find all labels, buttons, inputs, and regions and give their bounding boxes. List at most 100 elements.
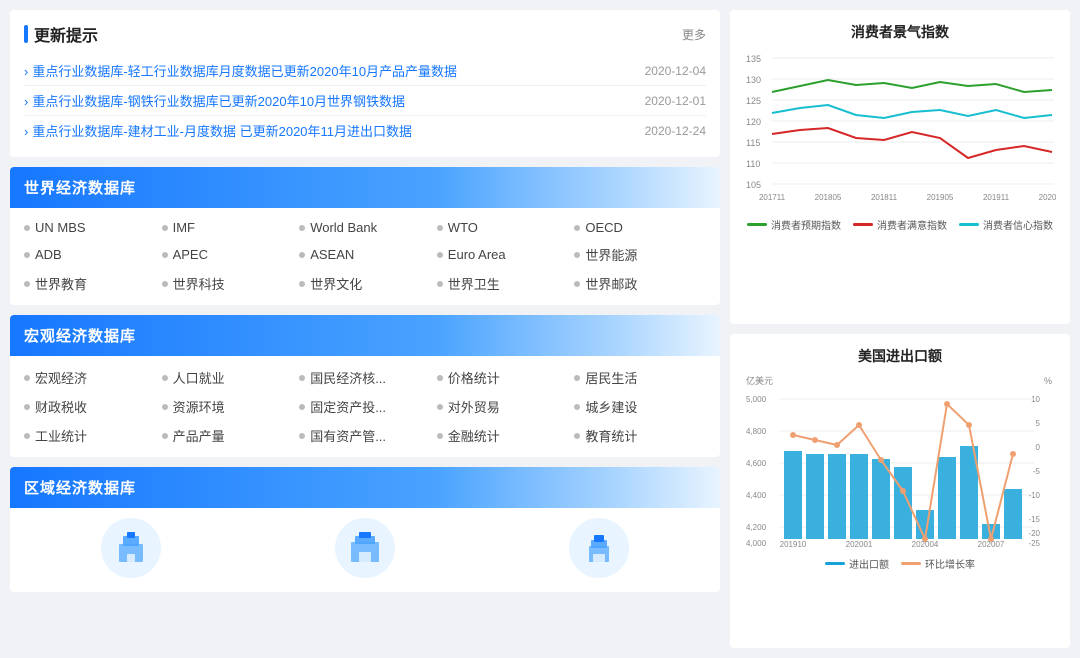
legend-item: 消费者预期指数 — [747, 217, 841, 232]
world-db-item[interactable]: 世界能源 — [574, 245, 706, 264]
right-panel: 消费者景气指数 135 130 125 120 115 110 105 — [730, 10, 1070, 648]
svg-text:110: 110 — [746, 159, 760, 169]
svg-text:202005: 202005 — [1039, 193, 1056, 202]
db-dot — [574, 375, 580, 381]
svg-text:4,000: 4,000 — [746, 539, 767, 548]
world-db-item[interactable]: 世界文化 — [299, 274, 431, 293]
world-db-item[interactable]: OECD — [574, 220, 706, 235]
legend-color — [825, 562, 845, 565]
legend-label: 环比增长率 — [925, 556, 975, 571]
db-dot — [24, 375, 30, 381]
macro-db-item[interactable]: 宏观经济 — [24, 368, 156, 387]
svg-text:115: 115 — [746, 138, 760, 148]
region-icon-item[interactable] — [569, 518, 629, 578]
svg-text:201811: 201811 — [871, 193, 898, 202]
world-db-item[interactable]: ASEAN — [299, 245, 431, 264]
world-db-item[interactable]: APEC — [162, 245, 294, 264]
db-item-label: 世界能源 — [585, 245, 637, 264]
db-dot — [162, 225, 168, 231]
macro-db-section: 宏观经济数据库 宏观经济人口就业国民经济核...价格统计居民生活财政税收资源环境… — [10, 315, 720, 457]
db-item-label: 宏观经济 — [35, 368, 87, 387]
macro-db-item[interactable]: 国有资产管... — [299, 426, 431, 445]
db-item-label: 财政税收 — [35, 397, 87, 416]
legend-item: 环比增长率 — [901, 556, 975, 571]
legend-item: 进出口额 — [825, 556, 889, 571]
world-db-item[interactable]: IMF — [162, 220, 294, 235]
region-icon-item[interactable] — [335, 518, 395, 578]
world-db-item[interactable]: UN MBS — [24, 220, 156, 235]
world-db-item[interactable]: World Bank — [299, 220, 431, 235]
db-dot — [299, 225, 305, 231]
macro-db-item[interactable]: 居民生活 — [574, 368, 706, 387]
svg-text:201711: 201711 — [759, 193, 786, 202]
world-db-item[interactable]: Euro Area — [437, 245, 569, 264]
world-db-item[interactable]: 世界教育 — [24, 274, 156, 293]
more-link[interactable]: 更多 — [682, 26, 706, 43]
legend-label: 消费者满意指数 — [877, 217, 947, 232]
macro-db-item[interactable]: 对外贸易 — [437, 397, 569, 416]
db-dot — [24, 281, 30, 287]
world-db-item[interactable]: 世界邮政 — [574, 274, 706, 293]
consumer-chart-card: 消费者景气指数 135 130 125 120 115 110 105 — [730, 10, 1070, 324]
consumer-chart-title: 消费者景气指数 — [744, 22, 1056, 42]
region-db-section: 区域经济数据库 — [10, 467, 720, 592]
world-db-header: 世界经济数据库 — [10, 167, 720, 208]
db-dot — [24, 252, 30, 258]
macro-db-item[interactable]: 工业统计 — [24, 426, 156, 445]
svg-text:202007: 202007 — [978, 540, 1005, 549]
region-icon-circle — [101, 518, 161, 578]
macro-db-item[interactable]: 城乡建设 — [574, 397, 706, 416]
update-section: 更新提示 更多 重点行业数据库-轻工行业数据库月度数据已更新2020年10月产品… — [10, 10, 720, 157]
world-db-title: 世界经济数据库 — [24, 177, 136, 198]
region-db-title: 区域经济数据库 — [24, 477, 136, 498]
update-item-link[interactable]: 重点行业数据库-钢铁行业数据库已更新2020年10月世界钢铁数据 — [24, 91, 629, 110]
macro-db-item[interactable]: 价格统计 — [437, 368, 569, 387]
macro-db-item[interactable]: 教育统计 — [574, 426, 706, 445]
world-db-item[interactable]: 世界卫生 — [437, 274, 569, 293]
world-db-item[interactable]: ADB — [24, 245, 156, 264]
db-dot — [162, 404, 168, 410]
macro-db-item[interactable]: 固定资产投... — [299, 397, 431, 416]
macro-db-item[interactable]: 产品产量 — [162, 426, 294, 445]
db-dot — [574, 281, 580, 287]
db-item-label: Euro Area — [448, 247, 506, 262]
world-db-item[interactable]: WTO — [437, 220, 569, 235]
region-db-header: 区域经济数据库 — [10, 467, 720, 508]
legend-color — [853, 223, 873, 226]
macro-db-item[interactable]: 国民经济核... — [299, 368, 431, 387]
update-title-text: 更新提示 — [34, 22, 98, 46]
left-panel: 更新提示 更多 重点行业数据库-轻工行业数据库月度数据已更新2020年10月产品… — [10, 10, 720, 648]
svg-text:201910: 201910 — [780, 540, 807, 549]
db-dot — [299, 404, 305, 410]
db-item-label: 世界科技 — [173, 274, 225, 293]
update-item-link[interactable]: 重点行业数据库-建材工业-月度数据 已更新2020年11月进出口数据 — [24, 121, 629, 140]
legend-item: 消费者满意指数 — [853, 217, 947, 232]
legend-label: 消费者预期指数 — [771, 217, 841, 232]
world-db-section: 世界经济数据库 UN MBS IMF World Bank WTO OECD ADB APE… — [10, 167, 720, 305]
world-db-item[interactable]: 世界科技 — [162, 274, 294, 293]
legend-color — [959, 223, 979, 226]
db-item-label: 产品产量 — [173, 426, 225, 445]
svg-text:4,600: 4,600 — [746, 459, 767, 468]
db-dot — [437, 252, 443, 258]
db-dot — [162, 252, 168, 258]
update-title: 更新提示 — [24, 22, 98, 46]
db-item-label: 世界卫生 — [448, 274, 500, 293]
title-bar-icon — [24, 25, 28, 43]
macro-db-item[interactable]: 人口就业 — [162, 368, 294, 387]
db-dot — [437, 225, 443, 231]
macro-db-item[interactable]: 资源环境 — [162, 397, 294, 416]
svg-text:0: 0 — [1036, 443, 1041, 452]
db-item-label: 世界文化 — [310, 274, 362, 293]
svg-text:120: 120 — [746, 117, 761, 127]
update-item-link[interactable]: 重点行业数据库-轻工行业数据库月度数据已更新2020年10月产品产量数据 — [24, 61, 629, 80]
db-item-label: 资源环境 — [173, 397, 225, 416]
db-dot — [437, 375, 443, 381]
db-dot — [437, 433, 443, 439]
db-item-label: IMF — [173, 220, 195, 235]
us-trade-chart-title: 美国进出口额 — [744, 346, 1056, 366]
db-item-label: 金融统计 — [448, 426, 500, 445]
macro-db-item[interactable]: 金融统计 — [437, 426, 569, 445]
region-icon-item[interactable] — [101, 518, 161, 578]
macro-db-item[interactable]: 财政税收 — [24, 397, 156, 416]
